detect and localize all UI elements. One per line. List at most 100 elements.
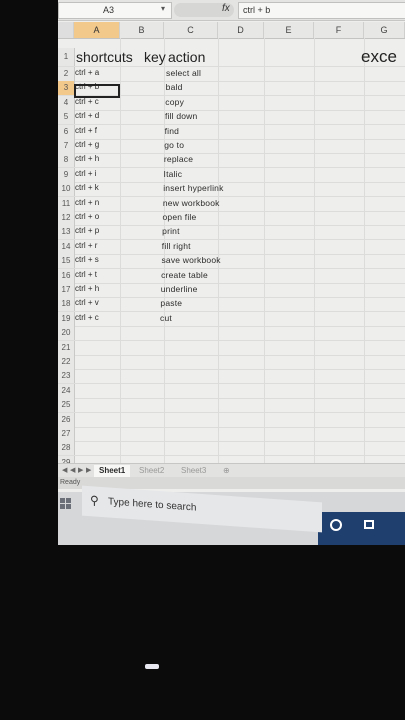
- name-box[interactable]: A3 ▾: [58, 2, 172, 19]
- cell-action[interactable]: paste: [160, 298, 182, 308]
- cell-action[interactable]: Italic: [164, 169, 183, 179]
- row-number[interactable]: 16: [58, 268, 75, 283]
- cell-shortcut[interactable]: ctrl + n: [75, 198, 99, 207]
- table-row: 4 ctrl + c copy: [58, 95, 405, 111]
- tab-sheet2[interactable]: Sheet2: [134, 465, 169, 477]
- row-number[interactable]: 14: [58, 239, 75, 254]
- cell-action[interactable]: open file: [163, 212, 197, 222]
- new-sheet-icon[interactable]: ⊕: [218, 465, 235, 477]
- column-header-b[interactable]: B: [120, 22, 164, 38]
- row-number[interactable]: 6: [58, 124, 75, 139]
- header-key[interactable]: key: [144, 49, 166, 65]
- cell-action[interactable]: save workbook: [161, 255, 220, 265]
- tab-sheet3[interactable]: Sheet3: [176, 465, 211, 477]
- row-number[interactable]: 4: [58, 95, 75, 110]
- cell-shortcut[interactable]: ctrl + r: [75, 241, 97, 250]
- header-shortcuts[interactable]: shortcuts: [76, 49, 133, 65]
- cell-shortcut[interactable]: ctrl + c: [75, 97, 99, 106]
- cell-shortcut[interactable]: ctrl + f: [75, 126, 97, 135]
- cell-shortcut[interactable]: ctrl + v: [75, 298, 99, 307]
- cell-action[interactable]: underline: [161, 284, 198, 294]
- row-number[interactable]: 10: [58, 182, 75, 197]
- first-sheet-icon[interactable]: ◀: [62, 466, 67, 474]
- header-title-partial[interactable]: exce: [361, 47, 397, 67]
- column-header-f[interactable]: F: [314, 22, 364, 38]
- column-header-g[interactable]: G: [364, 22, 405, 38]
- cell-shortcut[interactable]: ctrl + k: [75, 183, 99, 192]
- status-text: Ready: [60, 479, 81, 486]
- row-number[interactable]: 3: [58, 81, 75, 96]
- formula-value: ctrl + b: [243, 5, 271, 15]
- row-number[interactable]: 13: [58, 225, 75, 240]
- cell-action[interactable]: find: [165, 126, 180, 136]
- cell-shortcut[interactable]: ctrl + i: [75, 169, 97, 178]
- formula-input[interactable]: ctrl + b: [238, 2, 405, 19]
- cortana-icon[interactable]: [330, 519, 342, 531]
- row-number[interactable]: 12: [58, 211, 75, 225]
- cell-action[interactable]: print: [162, 226, 180, 236]
- cell-shortcut[interactable]: ctrl + t: [75, 270, 97, 279]
- row-number[interactable]: 25: [58, 398, 75, 413]
- cell-action[interactable]: go to: [164, 140, 184, 150]
- row-number[interactable]: 18: [58, 297, 75, 312]
- row-number[interactable]: 26: [58, 412, 75, 427]
- column-header-d[interactable]: D: [218, 22, 264, 38]
- cell-shortcut[interactable]: ctrl + g: [75, 140, 99, 149]
- active-cell[interactable]: [74, 84, 120, 98]
- row-number[interactable]: 27: [58, 427, 75, 441]
- cell-shortcut[interactable]: ctrl + c: [75, 313, 99, 322]
- cell-shortcut[interactable]: ctrl + a: [75, 68, 99, 77]
- prev-sheet-icon[interactable]: ◀: [70, 466, 75, 474]
- windows-start-icon[interactable]: [58, 492, 78, 518]
- row-number[interactable]: 21: [58, 340, 75, 355]
- function-icon[interactable]: fx: [222, 3, 230, 14]
- row-number[interactable]: 15: [58, 254, 75, 269]
- column-header-c[interactable]: C: [164, 22, 218, 38]
- chevron-down-icon[interactable]: ▾: [161, 4, 165, 13]
- row-number[interactable]: 5: [58, 110, 75, 125]
- cell-action[interactable]: create table: [161, 270, 208, 280]
- table-row: 13 ctrl + p print: [58, 225, 405, 241]
- row-number[interactable]: 7: [58, 139, 75, 153]
- row-number[interactable]: 17: [58, 283, 75, 297]
- next-sheet-icon[interactable]: ▶: [78, 466, 83, 474]
- cell-action[interactable]: fill down: [165, 111, 198, 121]
- cell-action[interactable]: bald: [166, 82, 183, 92]
- cell-shortcut[interactable]: ctrl + h: [75, 154, 99, 163]
- row-number[interactable]: 8: [58, 153, 75, 168]
- cell-action[interactable]: select all: [166, 68, 201, 78]
- cell-action[interactable]: fill right: [162, 241, 191, 251]
- taskbar-search-box[interactable]: ⚲ Type here to search: [82, 485, 322, 533]
- row-number[interactable]: 19: [58, 311, 75, 326]
- row-number[interactable]: 23: [58, 369, 75, 384]
- row-number[interactable]: 24: [58, 383, 75, 398]
- row-number[interactable]: 28: [58, 441, 75, 456]
- cell-action[interactable]: new workbook: [163, 198, 220, 208]
- last-sheet-icon[interactable]: ▶: [86, 466, 91, 474]
- table-row: 21: [58, 340, 405, 356]
- tab-sheet1[interactable]: Sheet1: [94, 465, 131, 477]
- cell-action[interactable]: replace: [164, 154, 193, 164]
- row-number[interactable]: 9: [58, 167, 75, 182]
- cell-shortcut[interactable]: ctrl + p: [75, 226, 99, 235]
- column-header-a[interactable]: A: [74, 22, 120, 38]
- row-number[interactable]: 2: [58, 67, 75, 81]
- task-view-icon[interactable]: [364, 520, 374, 529]
- table-row: 22: [58, 355, 405, 370]
- cell-shortcut[interactable]: ctrl + o: [75, 212, 99, 221]
- row-number[interactable]: 22: [58, 355, 75, 369]
- cell-shortcut[interactable]: ctrl + d: [75, 111, 99, 120]
- cell-shortcut[interactable]: ctrl + s: [75, 255, 99, 264]
- select-all-corner[interactable]: [58, 22, 74, 38]
- cell-action[interactable]: cut: [160, 313, 172, 323]
- cell-action[interactable]: copy: [165, 97, 184, 107]
- column-header-e[interactable]: E: [264, 22, 314, 38]
- row-number[interactable]: 11: [58, 196, 75, 211]
- table-row: 5 ctrl + d fill down: [58, 110, 405, 126]
- row-number[interactable]: 1: [58, 48, 75, 66]
- cell-shortcut[interactable]: ctrl + h: [75, 284, 99, 293]
- formula-bar: A3 ▾ fx ctrl + b: [58, 0, 405, 21]
- header-action[interactable]: action: [168, 49, 205, 65]
- row-number[interactable]: 20: [58, 326, 75, 341]
- cell-action[interactable]: insert hyperlink: [163, 183, 223, 193]
